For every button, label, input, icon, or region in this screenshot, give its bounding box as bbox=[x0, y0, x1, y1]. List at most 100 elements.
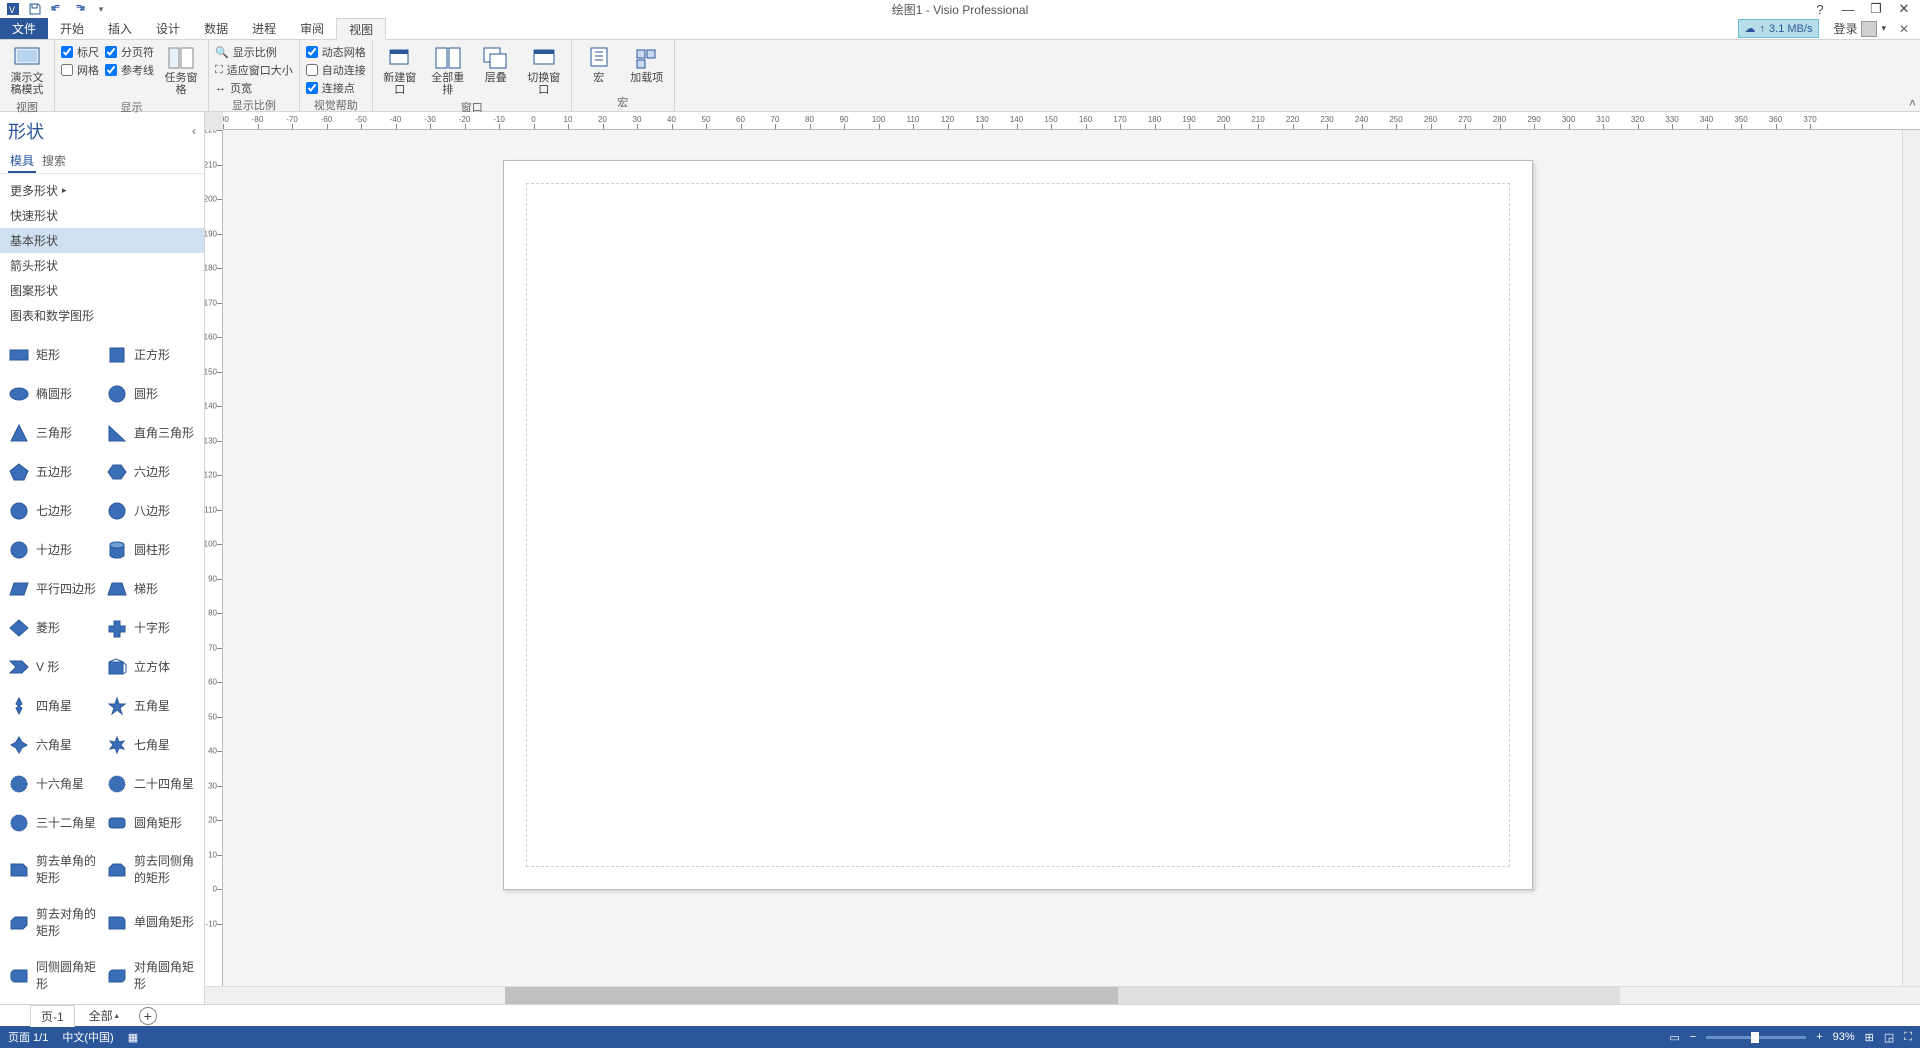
zoom-slider[interactable] bbox=[1706, 1036, 1806, 1039]
shape-item[interactable]: 菱形 bbox=[6, 609, 100, 646]
presentation-mode-button[interactable]: 演示文 稿模式 bbox=[6, 42, 48, 98]
dynamic-grid-checkbox[interactable]: 动态网格 bbox=[306, 44, 366, 60]
shape-item[interactable]: 矩形 bbox=[6, 336, 100, 373]
zoom-thumb[interactable] bbox=[1751, 1032, 1759, 1043]
close-pane-icon[interactable]: ✕ bbox=[1894, 20, 1914, 38]
save-icon[interactable] bbox=[26, 0, 44, 18]
shape-item[interactable]: 二十四角星 bbox=[104, 765, 198, 802]
shape-item[interactable]: 立方体 bbox=[104, 648, 198, 685]
tab-data[interactable]: 数据 bbox=[192, 18, 240, 39]
search-tab[interactable]: 搜索 bbox=[40, 150, 68, 173]
zoom-button[interactable]: 🔍显示比例 bbox=[215, 44, 293, 60]
page-width-button[interactable]: ↔页宽 bbox=[215, 80, 293, 96]
vertical-scrollbar[interactable] bbox=[1902, 130, 1920, 986]
undo-icon[interactable] bbox=[48, 0, 66, 18]
shape-item[interactable]: 椭圆形 bbox=[6, 375, 100, 412]
task-panes-button[interactable]: 任务窗格 bbox=[160, 42, 202, 98]
tab-process[interactable]: 进程 bbox=[240, 18, 288, 39]
language-indicator[interactable]: 中文(中国) bbox=[62, 1029, 113, 1045]
upload-badge[interactable]: ☁ ↑ 3.1 MB/s bbox=[1738, 19, 1820, 38]
vertical-ruler[interactable]: 2202102001901801701601501401301201101009… bbox=[205, 130, 223, 986]
tab-insert[interactable]: 插入 bbox=[96, 18, 144, 39]
shape-item[interactable]: 四角星 bbox=[6, 687, 100, 724]
page-breaks-checkbox[interactable]: 分页符 bbox=[105, 44, 154, 60]
macro-record-icon[interactable]: ▦ bbox=[128, 1031, 138, 1044]
shape-item[interactable]: 三十二角星 bbox=[6, 804, 100, 841]
connect-points-checkbox[interactable]: 连接点 bbox=[306, 80, 366, 96]
shape-item[interactable]: 十边形 bbox=[6, 531, 100, 568]
collapse-pane-icon[interactable]: ‹ bbox=[192, 124, 196, 138]
page-indicator[interactable]: 页面 1/1 bbox=[8, 1029, 48, 1045]
shape-item[interactable]: 剪去对角的矩形 bbox=[6, 896, 100, 947]
shape-item[interactable]: 圆形 bbox=[104, 375, 198, 412]
shape-item[interactable]: 梯形 bbox=[104, 570, 198, 607]
arrange-all-button[interactable]: 全部重排 bbox=[427, 42, 469, 98]
macros-button[interactable]: 宏 bbox=[578, 42, 620, 86]
maximize-icon[interactable]: ❐ bbox=[1866, 0, 1886, 18]
shape-item[interactable]: 七边形 bbox=[6, 492, 100, 529]
drawing-page[interactable] bbox=[503, 160, 1533, 890]
shape-item[interactable]: 剪去单角的矩形 bbox=[6, 843, 100, 894]
pattern-shapes-cat[interactable]: 图案形状 bbox=[0, 278, 204, 303]
grid-checkbox[interactable]: 网格 bbox=[61, 62, 99, 78]
ruler-checkbox[interactable]: 标尺 bbox=[61, 44, 99, 60]
close-icon[interactable]: ✕ bbox=[1894, 0, 1914, 18]
shape-item[interactable]: 平行四边形 bbox=[6, 570, 100, 607]
redo-icon[interactable] bbox=[70, 0, 88, 18]
tab-design[interactable]: 设计 bbox=[144, 18, 192, 39]
cascade-button[interactable]: 层叠 bbox=[475, 42, 517, 86]
shape-item[interactable]: 圆柱形 bbox=[104, 531, 198, 568]
zoom-level[interactable]: 93% bbox=[1833, 1031, 1855, 1043]
file-tab[interactable]: 文件 bbox=[0, 18, 48, 39]
shape-item[interactable]: 五角星 bbox=[104, 687, 198, 724]
tab-home[interactable]: 开始 bbox=[48, 18, 96, 39]
arrow-shapes-cat[interactable]: 箭头形状 bbox=[0, 253, 204, 278]
new-window-button[interactable]: 新建窗口 bbox=[379, 42, 421, 98]
help-icon[interactable]: ? bbox=[1810, 0, 1830, 18]
presentation-status-icon[interactable]: ▭ bbox=[1669, 1031, 1679, 1044]
shape-item[interactable]: 直角三角形 bbox=[104, 414, 198, 451]
visio-icon[interactable]: V bbox=[4, 0, 22, 18]
chart-shapes-cat[interactable]: 图表和数学图形 bbox=[0, 303, 204, 328]
shape-item[interactable]: 单圆角矩形 bbox=[104, 896, 198, 947]
fullscreen-icon[interactable]: ⛶ bbox=[1904, 1031, 1912, 1044]
shape-item[interactable]: 剪去同侧角的矩形 bbox=[104, 843, 198, 894]
login-button[interactable]: 登录 ▾ bbox=[1829, 20, 1890, 37]
tab-review[interactable]: 审阅 bbox=[288, 18, 336, 39]
shape-item[interactable]: 七角星 bbox=[104, 726, 198, 763]
shape-item[interactable]: 八边形 bbox=[104, 492, 198, 529]
shape-item[interactable]: 三角形 bbox=[6, 414, 100, 451]
qat-dropdown-icon[interactable]: ▾ bbox=[92, 0, 110, 18]
basic-shapes-cat[interactable]: 基本形状 bbox=[0, 228, 204, 253]
quick-shapes-cat[interactable]: 快速形状 bbox=[0, 203, 204, 228]
guides-checkbox[interactable]: 参考线 bbox=[105, 62, 154, 78]
minimize-icon[interactable]: — bbox=[1838, 0, 1858, 18]
add-page-button[interactable]: + bbox=[139, 1007, 157, 1025]
auto-connect-checkbox[interactable]: 自动连接 bbox=[306, 62, 366, 78]
shape-item[interactable]: 正方形 bbox=[104, 336, 198, 373]
page-tab-1[interactable]: 页-1 bbox=[30, 1005, 75, 1027]
zoom-out-icon[interactable]: − bbox=[1690, 1031, 1696, 1043]
addins-button[interactable]: 加载项 bbox=[626, 42, 668, 86]
canvas-viewport[interactable] bbox=[223, 130, 1902, 986]
shape-item[interactable]: 六边形 bbox=[104, 453, 198, 490]
horizontal-scrollbar[interactable] bbox=[505, 987, 1620, 1004]
shape-item[interactable]: 同侧圆角矩形 bbox=[6, 949, 100, 1000]
all-pages-button[interactable]: 全部▴ bbox=[81, 1005, 127, 1026]
fit-window-button[interactable]: ⛶适应窗口大小 bbox=[215, 62, 293, 78]
stencils-tab[interactable]: 模具 bbox=[8, 150, 36, 173]
switch-window-button[interactable]: 切换窗口 bbox=[523, 42, 565, 98]
shape-item[interactable]: 十字形 bbox=[104, 609, 198, 646]
shape-item[interactable]: V 形 bbox=[6, 648, 100, 685]
shape-item[interactable]: 圆角矩形 bbox=[104, 804, 198, 841]
shape-item[interactable]: 六角星 bbox=[6, 726, 100, 763]
pan-zoom-icon[interactable]: ◲ bbox=[1884, 1031, 1894, 1044]
shape-item[interactable]: 十六角星 bbox=[6, 765, 100, 802]
collapse-ribbon-icon[interactable]: ˄ bbox=[1909, 96, 1916, 110]
more-shapes-cat[interactable]: 更多形状▸ bbox=[0, 178, 204, 203]
hscroll-thumb[interactable] bbox=[505, 987, 1118, 1004]
shape-item[interactable]: 五边形 bbox=[6, 453, 100, 490]
zoom-in-icon[interactable]: + bbox=[1816, 1031, 1822, 1043]
horizontal-ruler[interactable]: -90-80-70-60-50-40-30-20-100102030405060… bbox=[223, 112, 1920, 130]
tab-view[interactable]: 视图 bbox=[336, 18, 386, 40]
